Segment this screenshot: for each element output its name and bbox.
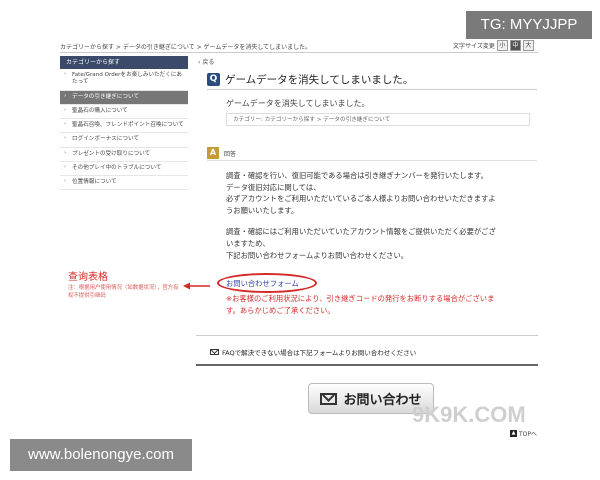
answer-badge: A bbox=[207, 147, 219, 159]
faq-text: FAQで解決できない場合は下記フォームよりお問い合わせください bbox=[222, 349, 417, 357]
sidebar-item-location[interactable]: 位置情報について bbox=[60, 176, 188, 191]
back-label: 戻る bbox=[202, 59, 215, 66]
answer-line: 下記お問い合わせフォームよりお問い合わせください。 bbox=[226, 250, 409, 260]
highlight-circle bbox=[217, 273, 317, 293]
sidebar-item-login-bonus[interactable]: ログインボーナスについて bbox=[60, 133, 188, 148]
red-notice-line: す。あらかじめご了承ください。 bbox=[226, 305, 335, 315]
question-subtitle: ゲームデータを消失してしまいました。 bbox=[226, 99, 370, 108]
font-size-label: 文字サイズ変更 bbox=[453, 43, 495, 50]
question-header: Q ゲームデータを消失してしまいました。 bbox=[207, 71, 537, 87]
answer-line: データ復旧対応に関しては、 bbox=[226, 182, 321, 192]
faq-bar: FAQで解決できない場合は下記フォームよりお問い合わせください bbox=[196, 335, 538, 366]
font-size-medium-button[interactable]: 中 bbox=[509, 40, 521, 51]
question-badge: Q bbox=[207, 72, 220, 86]
header-divider bbox=[60, 52, 538, 53]
arrow-left-icon bbox=[183, 282, 210, 290]
question-divider bbox=[207, 89, 537, 90]
arrow-up-icon: ▲ bbox=[510, 430, 517, 437]
font-size-small-button[interactable]: 小 bbox=[496, 40, 508, 51]
top-link[interactable]: ▲ TOPへ bbox=[510, 429, 537, 438]
sidebar-item-data-transfer[interactable]: データの引き継ぎについて bbox=[60, 90, 188, 105]
red-notice: ※お客様のご利用状況により、引き継ぎコードの発行をお断りする場合がございま す。… bbox=[226, 293, 526, 316]
sidebar-item-present[interactable]: プレゼントの受け取りについて bbox=[60, 148, 188, 162]
answer-line: 必ずアカウントをご利用いただいているご本人様よりお問い合わせいただきますよ bbox=[226, 194, 496, 204]
annotation-title: 查询表格 bbox=[68, 272, 108, 283]
answer-body: 調査・確認を行い、復旧可能である場合は引き継ぎナンバーを発行いたします。 データ… bbox=[226, 170, 526, 261]
sidebar-item-fgo-intro[interactable]: Fate/Grand Orderをお楽しみいただくにあたって bbox=[60, 69, 188, 91]
answer-header: A 回答 bbox=[207, 146, 537, 161]
font-size-large-button[interactable]: 大 bbox=[522, 40, 534, 51]
category-path[interactable]: カテゴリー: カテゴリーから探す > データの引き継ぎについて bbox=[226, 113, 530, 126]
sidebar-item-trouble[interactable]: その他プレイ中のトラブルについて bbox=[60, 162, 188, 177]
sidebar-item-purchase[interactable]: 聖晶石の購入について bbox=[60, 105, 188, 120]
breadcrumb[interactable]: カテゴリーから探す > データの引き継ぎについて > ゲームデータを消失してしま… bbox=[60, 42, 311, 51]
answer-line: うお願いいたします。 bbox=[226, 205, 299, 215]
mail-icon bbox=[210, 349, 219, 355]
sidebar: カテゴリーから探す Fate/Grand Orderをお楽しみいただくにあたって… bbox=[60, 56, 188, 191]
annotation-note: 注：根据用户使用情况（如数据状况），官方有权不提供引继码 bbox=[68, 285, 179, 299]
tg-watermark: TG: MYYJJPP bbox=[466, 11, 592, 39]
contact-button-label: お問い合わせ bbox=[343, 393, 422, 408]
red-notice-line: ※お客様のご利用状況により、引き継ぎコードの発行をお断りする場合がございま bbox=[226, 294, 495, 303]
faq-message: FAQで解決できない場合は下記フォームよりお問い合わせください bbox=[210, 347, 416, 357]
mail-icon bbox=[320, 392, 338, 405]
top-link-label: TOPへ bbox=[519, 431, 538, 438]
answer-line: いますため、 bbox=[226, 238, 270, 248]
question-title: ゲームデータを消失してしまいました。 bbox=[225, 73, 414, 86]
font-size-switcher: 文字サイズ変更 小 中 大 bbox=[453, 40, 534, 51]
answer-line: 調査・確認を行い、復旧可能である場合は引き継ぎナンバーを発行いたします。 bbox=[226, 171, 488, 180]
site-watermark: www.bolenongye.com bbox=[10, 439, 192, 471]
back-link[interactable]: ‹ 戻る bbox=[198, 57, 214, 66]
answer-label: 回答 bbox=[224, 150, 237, 158]
brand-watermark: 9K9K.COM bbox=[412, 402, 526, 427]
answer-line: 調査・確認にはご利用いただいていたアカウント情報をご提供いただく必要がござ bbox=[226, 227, 496, 237]
sidebar-header: カテゴリーから探す bbox=[60, 56, 188, 69]
sidebar-item-summon[interactable]: 聖晶石召喚、フレンドポイント召喚について bbox=[60, 119, 188, 134]
